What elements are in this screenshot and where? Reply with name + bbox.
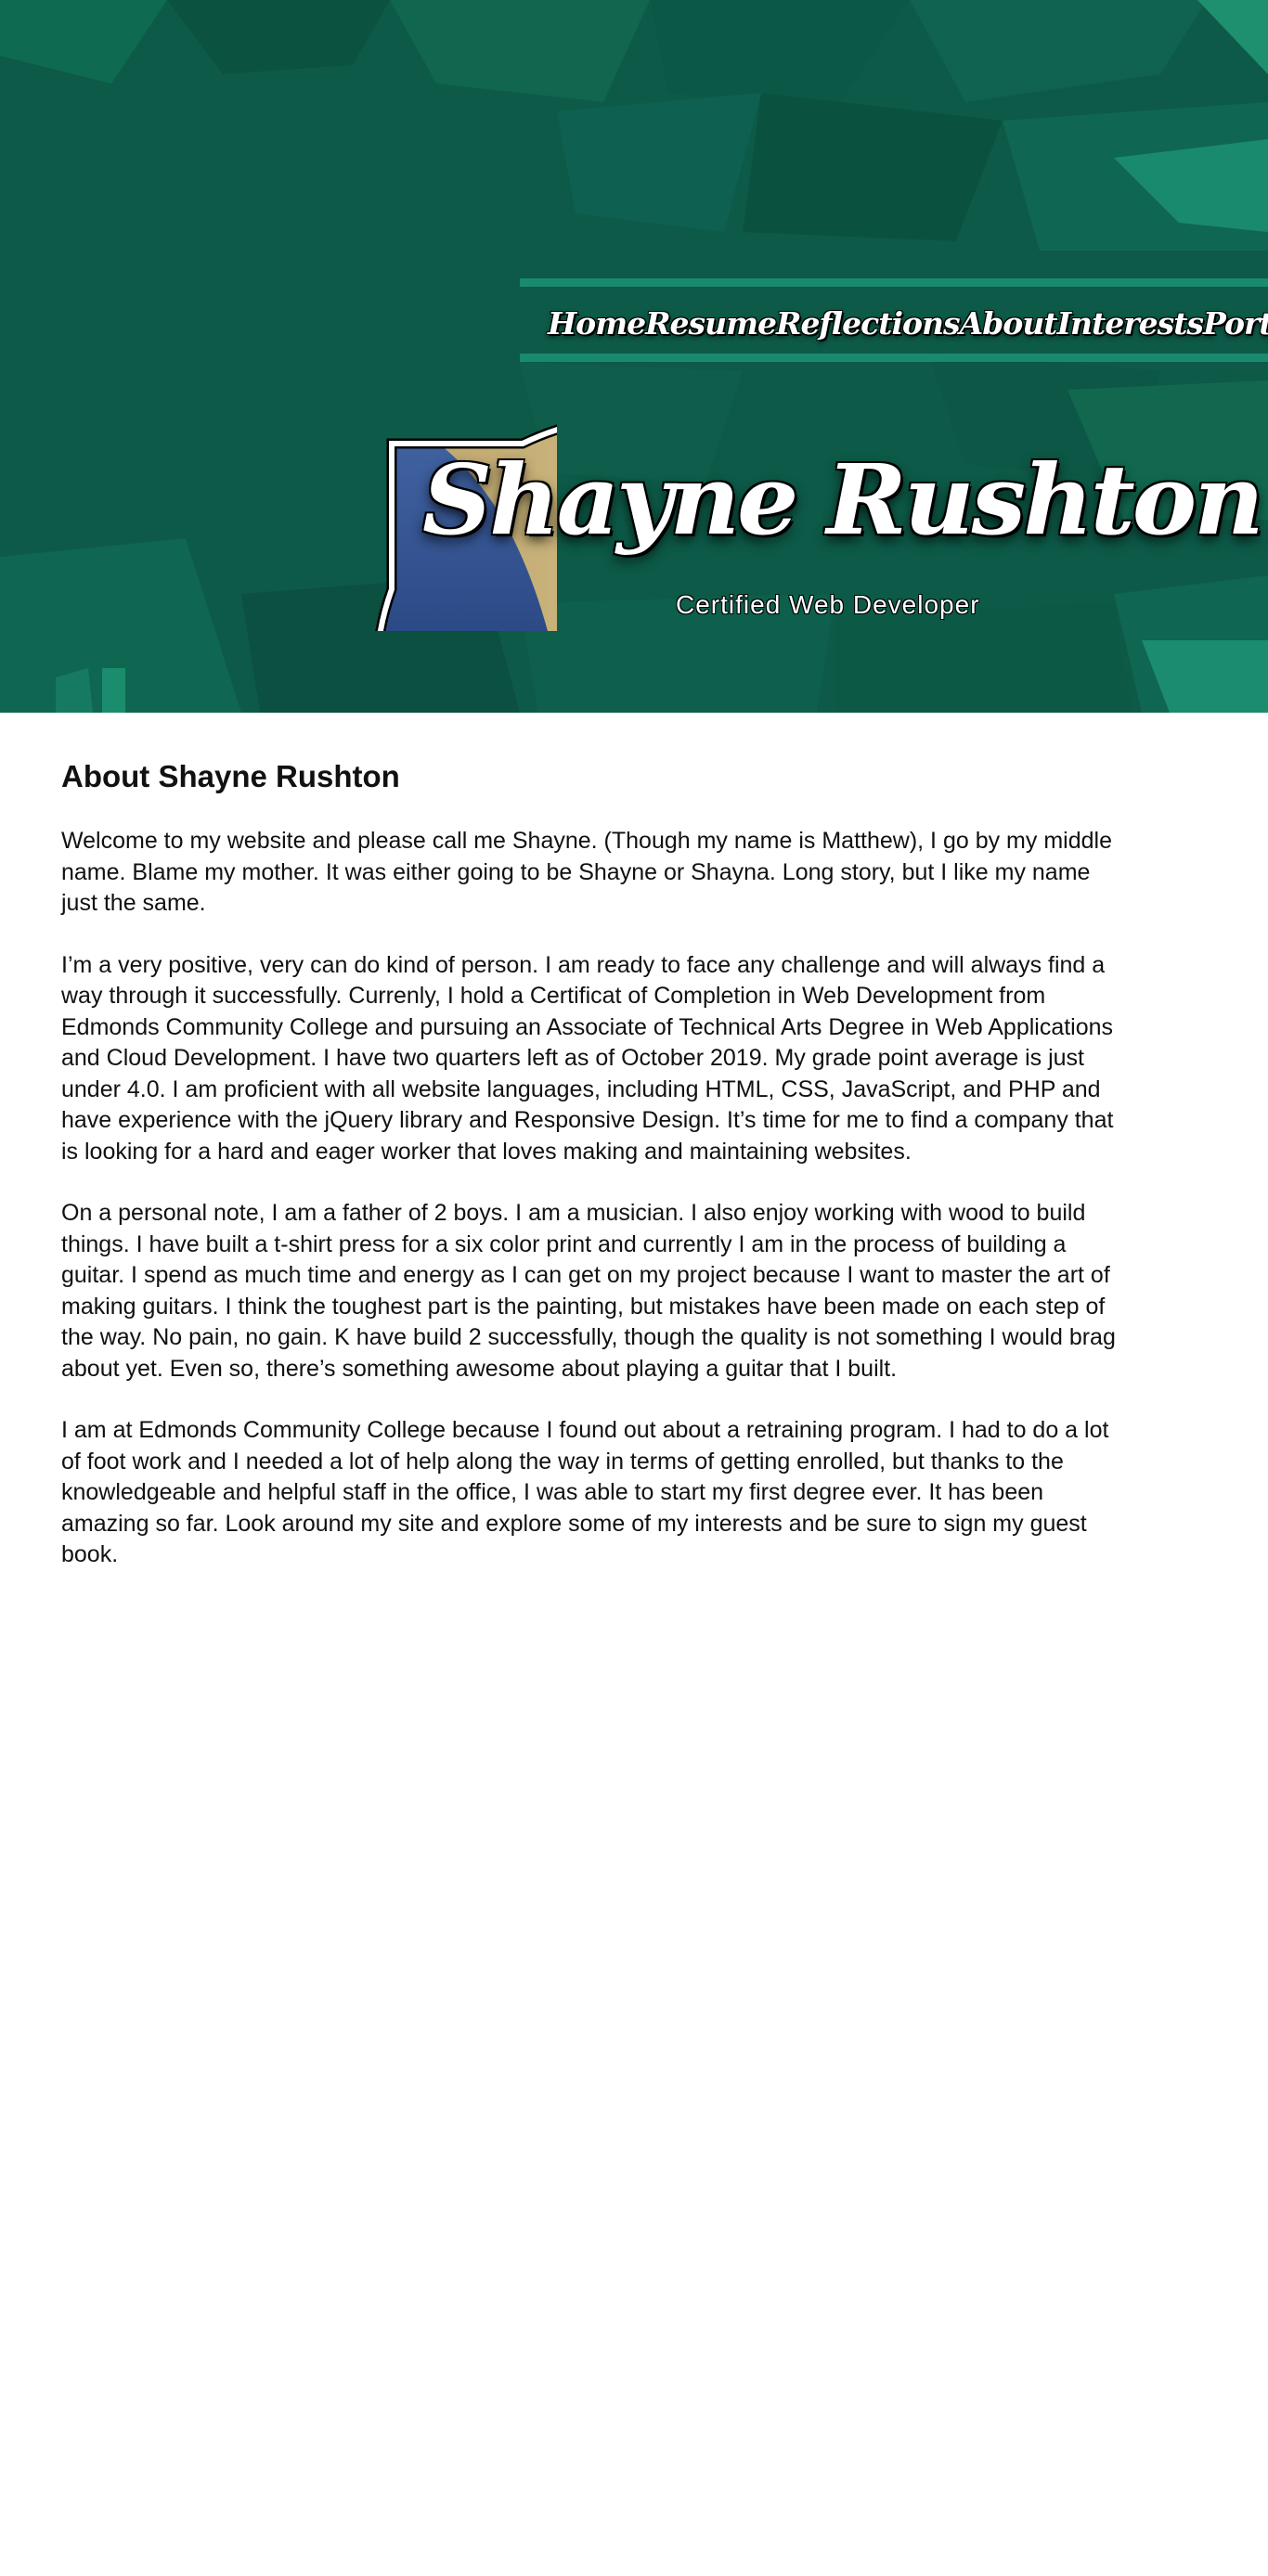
brand-tagline: Certified Web Developer xyxy=(676,590,980,619)
about-paragraph-intro: Welcome to my website and please call me… xyxy=(61,828,1112,916)
main-nav: Home Resume Reflections About Interests … xyxy=(548,295,1268,351)
nav-link-portfolio[interactable]: Portfolio xyxy=(1203,305,1268,341)
page-title: About Shayne Rushton xyxy=(61,759,400,793)
nav-link-interests[interactable]: Interests xyxy=(1057,305,1204,341)
nav-link-reflections[interactable]: Reflections xyxy=(776,305,961,341)
brand-name: Shayne Rushton xyxy=(422,443,1264,557)
nav-link-home[interactable]: Home xyxy=(548,305,646,341)
nav-stripe-top-line xyxy=(520,278,1268,287)
nav-link-about[interactable]: About xyxy=(960,305,1058,341)
site-header: Home Resume Reflections About Interests … xyxy=(0,0,1268,713)
about-paragraph-college: I am at Edmonds Community College becaus… xyxy=(61,1417,1109,1567)
about-content: About Shayne Rushton Welcome to my websi… xyxy=(61,759,1129,1602)
nav-stripe-bottom-line xyxy=(520,354,1268,362)
nav-link-resume[interactable]: Resume xyxy=(645,305,777,341)
about-paragraph-profession: I’m a very positive, very can do kind of… xyxy=(61,951,1114,1165)
about-paragraph-personal: On a personal note, I am a father of 2 b… xyxy=(61,1200,1116,1382)
